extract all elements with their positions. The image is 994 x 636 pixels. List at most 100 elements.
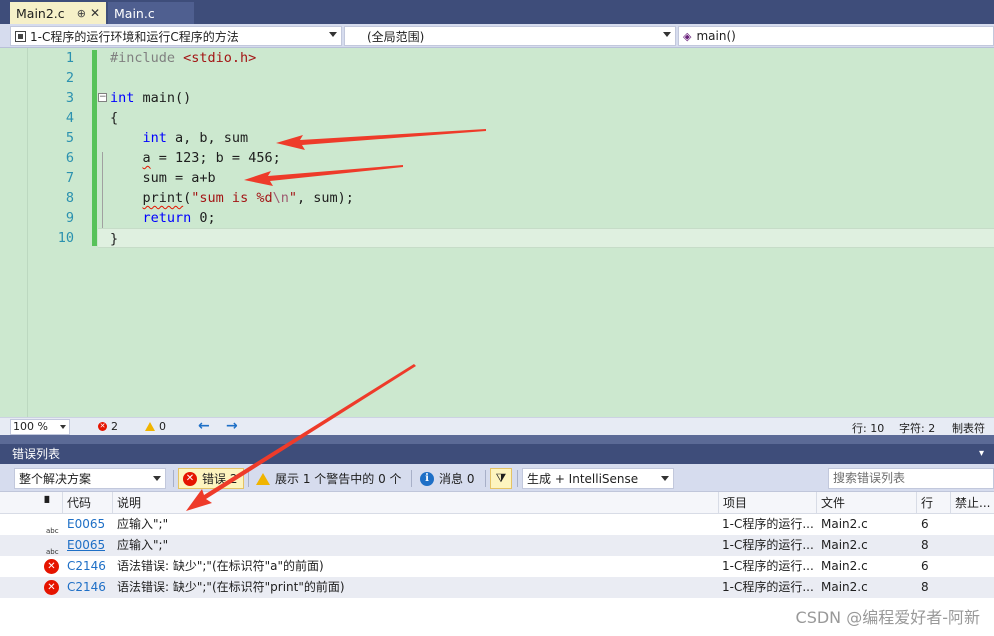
code-line: { [98,108,994,128]
line-number: 3 [65,90,74,106]
string-token: "sum is %d [191,190,273,206]
column-header-code[interactable]: 代码 [62,492,112,514]
warnings-toggle-button[interactable]: 展示 1 个警告中的 0 个 [252,468,402,489]
error-code-link[interactable]: C2146 [67,556,106,577]
error-list-table: ▝ 代码 说明 项目 文件 行 禁止... abc E0065 应输入";" 1… [0,492,994,598]
error-code-link[interactable]: E0065 [67,535,105,556]
warning-icon [256,472,270,485]
tab-main-c[interactable]: Main.c [108,2,194,24]
error-description: 应输入";" [117,538,169,552]
toolbar-separator [173,470,174,487]
scope-dropdown[interactable]: (全局范围) [344,26,676,46]
column-header-description[interactable]: 说明 [112,492,718,514]
error-code-link[interactable]: E0065 [67,514,105,535]
identifier-token: , sum); [296,190,354,206]
error-count: 2 [111,420,118,433]
line-number: 6 [65,150,74,166]
line-numbers: 1 2 3 4 5 6 7 8 9 10 [28,48,74,248]
error-count-indicator[interactable]: ✕ 2 [98,420,118,433]
filter-toggle-icon[interactable]: ⧩ [490,468,512,489]
chevron-down-icon [153,476,161,481]
member-dropdown[interactable]: ◈ main() [678,26,994,46]
intellisense-error-icon: abc [46,548,59,556]
close-icon[interactable]: ✕ [90,6,100,20]
toolbar-separator [517,470,518,487]
scope-filter-dropdown[interactable]: 整个解决方案 [14,468,166,489]
code-line: print("sum is %d\n", sum); [98,188,994,208]
panel-menu-icon[interactable]: ▾ [979,444,984,464]
tab-main2-c[interactable]: Main2.c ⊕ ✕ [10,2,106,24]
table-row[interactable]: ✕ C2146 语法错误: 缺少";"(在标识符"print"的前面) 1-C程… [0,577,994,598]
panel-splitter[interactable] [0,435,994,444]
error-squiggle-token: print [142,190,184,206]
table-row[interactable]: abc E0065 应输入";" 1-C程序的运行... Main2.c 8 [0,535,994,556]
pin-icon[interactable]: ⊕ [77,7,86,20]
scope-filter-value: 整个解决方案 [19,472,92,486]
errors-toggle-label: 错误 2 [202,472,238,486]
line-number: 2 [65,70,74,86]
identifier-token: a, b, sum [166,130,249,146]
warnings-toggle-label: 展示 1 个警告中的 0 个 [275,472,402,486]
keyword-token: return [142,210,192,226]
method-cube-icon: ◈ [683,29,692,43]
keyword-token: int [142,130,167,146]
next-issue-arrow-icon[interactable]: → [226,418,238,434]
sort-indicator-icon[interactable]: ▝ [36,492,62,514]
error-line: 6 [921,517,929,531]
line-indicator-text: 行: 10 [852,422,885,435]
column-header-suppress[interactable]: 禁止... [950,492,994,514]
code-line: − int main() [98,88,994,108]
project-icon [15,30,26,42]
previous-issue-arrow-icon[interactable]: ← [198,418,210,434]
include-path: <stdio.h> [183,50,257,66]
toolbar-separator [411,470,412,487]
member-dropdown-value: main() [696,29,736,43]
char-indicator: 字符: 2 [899,420,935,436]
chevron-down-icon [329,32,337,37]
error-file: Main2.c [821,538,868,552]
column-header-line[interactable]: 行 [916,492,950,514]
error-file: Main2.c [821,559,868,573]
navigation-bar: 1-C程序的运行环境和运行C程序的方法 (全局范围) ◈ main() [0,24,994,48]
tab-mode-text: 制表符 [952,422,985,435]
error-squiggle-token: a [142,150,151,166]
project-dropdown[interactable]: 1-C程序的运行环境和运行C程序的方法 [10,26,342,46]
toolbar-separator [485,470,486,487]
error-code-link[interactable]: C2146 [67,577,106,598]
brace-token: { [110,110,119,126]
error-list-toolbar: 整个解决方案 ✕ 错误 2 展示 1 个警告中的 0 个 i 消息 0 ⧩ 生成… [0,464,994,492]
warning-count: 0 [159,420,166,433]
error-project: 1-C程序的运行... [722,559,814,573]
error-file: Main2.c [821,580,868,594]
identifier-token: 0; [191,210,216,226]
code-editor[interactable]: 1 2 3 4 5 6 7 8 9 10 #include <stdio.h> … [0,48,994,417]
warning-icon [145,422,155,431]
indicator-margin [0,48,28,417]
chevron-down-icon [663,32,671,37]
error-icon: ✕ [98,422,107,431]
collapse-toggle-icon[interactable]: − [98,93,107,102]
warning-count-indicator[interactable]: 0 [145,420,166,433]
current-code-line: } [98,228,994,248]
errors-toggle-button[interactable]: ✕ 错误 2 [178,468,244,489]
messages-toggle-button[interactable]: i 消息 0 [416,468,474,489]
brace-token: } [110,231,119,247]
table-row[interactable]: abc E0065 应输入";" 1-C程序的运行... Main2.c 6 [0,514,994,535]
line-number: 7 [65,170,74,186]
preprocessor-token: #include [110,50,184,66]
error-line: 8 [921,538,929,552]
zoom-dropdown[interactable]: 100 % [10,419,70,435]
error-line: 6 [921,559,929,573]
error-list-title-bar: 错误列表 ▾ [0,444,994,464]
column-header-file[interactable]: 文件 [816,492,916,514]
zoom-value: 100 % [13,420,48,433]
build-filter-dropdown[interactable]: 生成 + IntelliSense [522,468,674,489]
column-header-project[interactable]: 项目 [718,492,816,514]
error-icon: ✕ [44,580,59,595]
search-error-list-input[interactable]: 搜索错误列表 [828,468,994,489]
error-project: 1-C程序的运行... [722,580,814,594]
code-line: return 0; [98,208,994,228]
table-row[interactable]: ✕ C2146 语法错误: 缺少";"(在标识符"a"的前面) 1-C程序的运行… [0,556,994,577]
function-token: main() [134,90,192,106]
identifier-token: = 123; b = 456; [150,150,281,166]
